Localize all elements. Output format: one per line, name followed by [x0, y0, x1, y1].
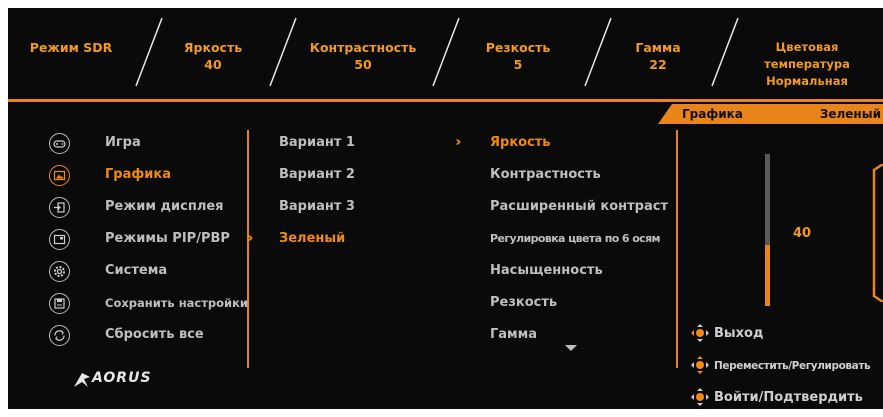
slider-value: 40: [793, 226, 812, 241]
column-divider: [676, 130, 678, 368]
header-color-temp-label: Цветовая температура: [764, 40, 850, 71]
display-input-icon: [49, 197, 70, 218]
column-divider: [247, 130, 249, 368]
tab-current-label: Зеленый: [819, 107, 881, 121]
slider-fill: [765, 245, 770, 306]
menu-item-reset-all[interactable]: Сбросить все: [105, 327, 204, 342]
menu-item-pip-pbp[interactable]: Режимы PIP/PBP: [105, 231, 230, 246]
setting-item-contrast[interactable]: Контрастность: [490, 167, 601, 182]
header-divider: [584, 18, 612, 86]
menu-item-picture[interactable]: Графика: [105, 167, 171, 182]
header-sharpness: Резкость 5: [463, 39, 573, 73]
header-gamma-value: 22: [649, 57, 667, 72]
tab-slant: [658, 104, 672, 124]
header-gamma: Гамма 22: [618, 39, 698, 73]
menu-item-display-mode[interactable]: Режим дисплея: [105, 199, 224, 214]
header-sharpness-value: 5: [513, 57, 523, 72]
setting-item-brightness[interactable]: Яркость: [490, 135, 551, 150]
tab-section: Графика: [672, 104, 776, 124]
header-divider: [432, 18, 460, 86]
joystick-icon: [691, 356, 709, 374]
gear-icon: [49, 261, 70, 282]
joystick-icon: [691, 388, 709, 406]
scroll-down-icon[interactable]: [565, 345, 577, 352]
setting-item-saturation[interactable]: Насыщенность: [490, 263, 603, 278]
hint-enter-confirm: Войти/Подтвердить: [714, 390, 863, 405]
header-brightness-value: 40: [204, 57, 222, 72]
setting-item-gamma[interactable]: Гамма: [490, 327, 537, 342]
menu-item-system[interactable]: Система: [105, 263, 167, 278]
osd-menu: Режим SDR Яркость 40 Контрастность 50 Ре…: [8, 8, 883, 409]
setting-item-6axis-color[interactable]: Регулировка цвета по 6 осям: [490, 232, 661, 245]
hint-exit: Выход: [714, 326, 764, 341]
aorus-logo: AORUS: [92, 370, 152, 386]
header-color-temp-value: Нормальная: [766, 74, 848, 88]
menu-item-game[interactable]: Игра: [105, 135, 141, 150]
brightness-slider[interactable]: [765, 154, 770, 306]
header-mode: Режим SDR: [16, 39, 126, 56]
status-header: Режим SDR Яркость 40 Контрастность 50 Ре…: [8, 8, 883, 96]
variant-item-green[interactable]: Зеленый: [279, 231, 345, 246]
reset-icon: [49, 325, 70, 346]
variant-item-2[interactable]: Вариант 2: [279, 167, 355, 182]
variant-item-1[interactable]: Вариант 1: [279, 135, 355, 150]
header-contrast-value: 50: [354, 57, 372, 72]
aorus-logo-icon: [74, 373, 90, 387]
setting-item-advanced-contrast[interactable]: Расширенный контраст: [490, 199, 668, 214]
header-divider: [135, 18, 163, 86]
accent-divider: [8, 99, 883, 102]
header-gamma-label: Гамма: [635, 40, 681, 55]
header-brightness-label: Яркость: [183, 40, 243, 55]
joystick-icon: [691, 324, 709, 342]
menu-item-save-settings[interactable]: Сохранить настройки: [105, 296, 248, 310]
header-color-temp: Цветовая температура Нормальная: [731, 39, 883, 90]
gamepad-icon: [49, 133, 70, 154]
setting-item-sharpness[interactable]: Резкость: [490, 295, 557, 310]
tab-current: Зеленый: [776, 104, 883, 124]
edge-bracket: [872, 164, 883, 302]
header-sharpness-label: Резкость: [485, 40, 551, 55]
hint-move-adjust: Переместить/Регулировать: [714, 360, 871, 372]
header-brightness: Яркость 40: [168, 39, 258, 73]
picture-icon: [49, 165, 70, 186]
save-icon: [49, 293, 70, 314]
pip-icon: [49, 229, 70, 250]
header-divider: [269, 18, 297, 86]
header-contrast: Контрастность 50: [298, 39, 428, 73]
header-contrast-label: Контрастность: [309, 40, 417, 55]
variant-item-3[interactable]: Вариант 3: [279, 199, 355, 214]
header-mode-label: Режим SDR: [29, 40, 113, 55]
